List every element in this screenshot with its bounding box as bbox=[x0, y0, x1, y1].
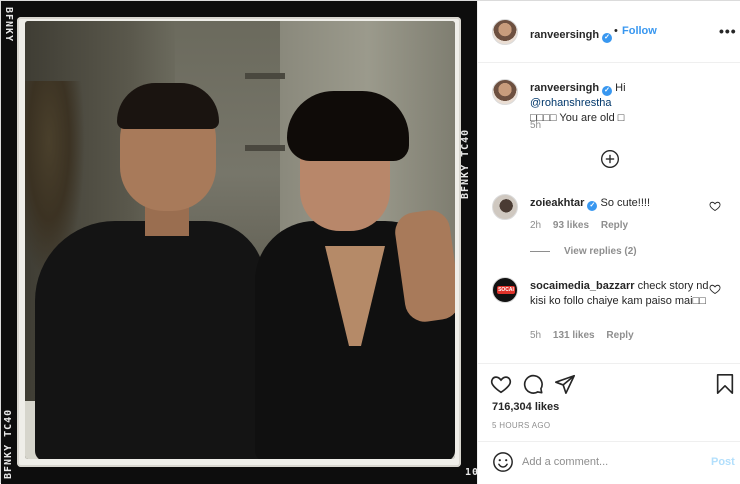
post-comment-button[interactable]: Post bbox=[711, 456, 735, 468]
comment-input[interactable] bbox=[522, 451, 692, 473]
header-username[interactable]: ranveersingh bbox=[530, 29, 599, 41]
verified-badge-icon: ✓ bbox=[602, 86, 613, 96]
comment-like-heart-icon[interactable] bbox=[709, 283, 721, 295]
caption-text-prefix: Hi bbox=[615, 82, 626, 94]
comment-reply-button[interactable]: Reply bbox=[606, 330, 633, 341]
comment-username[interactable]: socaimedia_bazzarr bbox=[530, 280, 635, 292]
comment-likes-count[interactable]: 131 likes bbox=[553, 330, 595, 341]
comment-text: So cute!!!! bbox=[600, 197, 651, 209]
caption-mention-link[interactable]: @rohanshrestha bbox=[530, 97, 612, 109]
comment-like-heart-icon[interactable] bbox=[709, 200, 721, 212]
comment-time[interactable]: 5h bbox=[530, 330, 541, 341]
verified-badge-icon: ✓ bbox=[587, 201, 598, 211]
photo-image bbox=[25, 21, 455, 459]
film-edge-label-top-left: BFNKY bbox=[3, 7, 14, 43]
comment-username[interactable]: zoieakhtar bbox=[530, 197, 584, 209]
post-photo[interactable]: BFNKY BFNKY TC40 BFNKY TC40 10 bbox=[1, 1, 477, 484]
film-edge-label-bottom-left: BFNKY TC40 bbox=[3, 408, 14, 479]
avatar-logo-badge: SOCAI bbox=[497, 286, 515, 294]
add-comment-bar: Post bbox=[478, 441, 740, 484]
commenter-avatar[interactable] bbox=[492, 194, 518, 220]
follow-button[interactable]: Follow bbox=[622, 25, 657, 37]
caption-avatar[interactable] bbox=[492, 79, 518, 105]
separator-dot: • bbox=[614, 25, 618, 37]
person-left bbox=[35, 221, 265, 459]
comment-reply-button[interactable]: Reply bbox=[601, 220, 628, 231]
post-likes-count[interactable]: 716,304 likes bbox=[492, 401, 559, 413]
view-replies-label: View replies (2) bbox=[564, 246, 637, 257]
caption-time[interactable]: 5h bbox=[530, 120, 541, 131]
verified-badge-icon: ✓ bbox=[602, 33, 613, 43]
post-actions: 716,304 likes 5 HOURS AGO bbox=[478, 363, 740, 441]
comment-time[interactable]: 2h bbox=[530, 220, 541, 231]
divider-line bbox=[530, 250, 550, 252]
post-header: ranveersingh ✓ • Follow ••• bbox=[478, 1, 740, 63]
bookmark-icon[interactable] bbox=[714, 373, 736, 395]
comment-icon[interactable] bbox=[522, 373, 544, 395]
plus-circle-icon[interactable] bbox=[600, 149, 620, 169]
film-edge-label-top-right: BFNKY TC40 bbox=[460, 128, 471, 199]
commenter-avatar[interactable]: SOCAI bbox=[492, 277, 518, 303]
film-edge-label-bottom-right: 10 bbox=[465, 467, 477, 478]
post-side-panel: ranveersingh ✓ • Follow ••• ranveersingh ✓… bbox=[477, 1, 740, 484]
instagram-post-view: BFNKY BFNKY TC40 BFNKY TC40 10 ranveersi… bbox=[0, 0, 740, 484]
avatar[interactable] bbox=[492, 19, 518, 45]
send-icon[interactable] bbox=[554, 373, 576, 395]
view-replies-button[interactable]: View replies (2) bbox=[530, 246, 637, 257]
comment-likes-count[interactable]: 93 likes bbox=[553, 220, 589, 231]
more-horizontal-icon[interactable]: ••• bbox=[719, 23, 737, 39]
heart-icon[interactable] bbox=[490, 373, 512, 395]
post-timestamp[interactable]: 5 HOURS AGO bbox=[492, 421, 550, 430]
caption-username[interactable]: ranveersingh bbox=[530, 82, 599, 94]
smiley-icon[interactable] bbox=[492, 451, 514, 473]
